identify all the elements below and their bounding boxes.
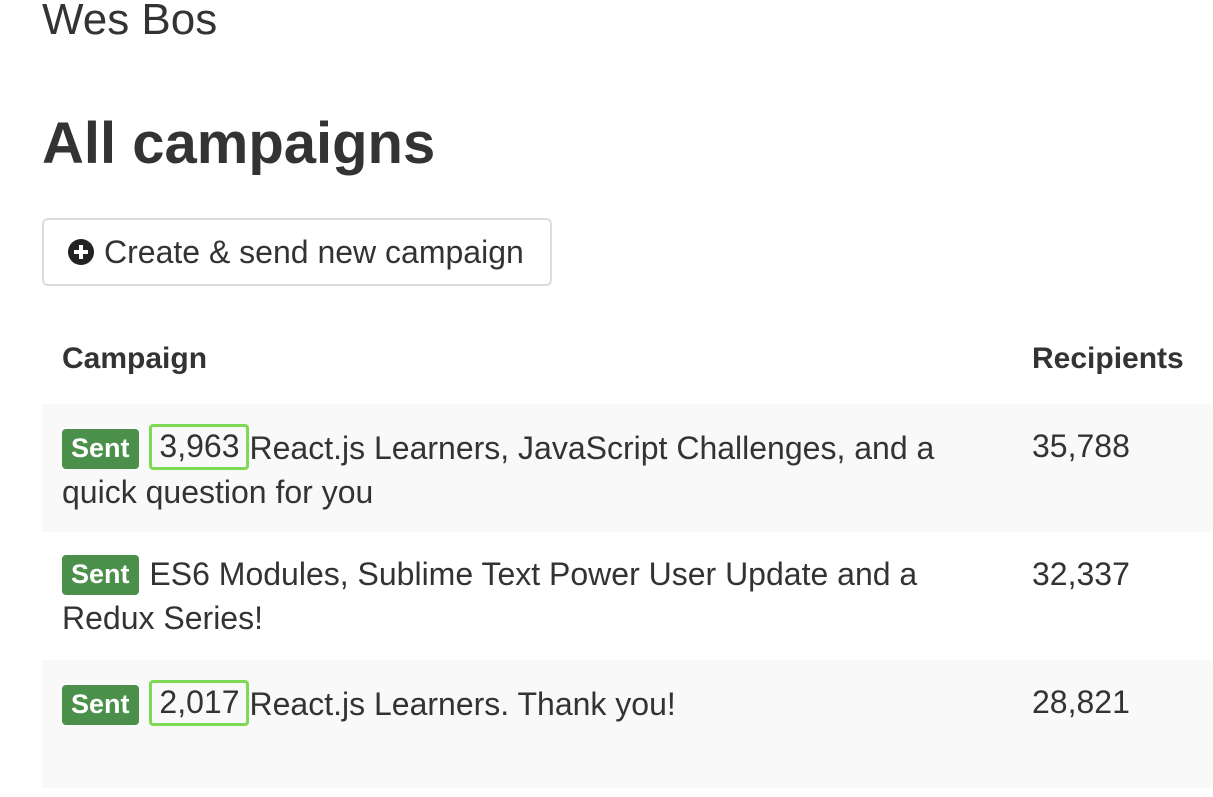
campaign-subject-link[interactable]: ES6 Modules, Sublime Text Power User Upd…	[62, 556, 917, 636]
opens-count: 3,963	[149, 424, 250, 470]
column-header-campaign: Campaign	[62, 342, 208, 375]
table-row: Sent ES6 Modules, Sublime Text Power Use…	[42, 532, 1213, 660]
column-header-recipients: Recipients	[1032, 342, 1184, 375]
campaigns-table: Campaign Recipients Sent 3,963 React.js L…	[42, 330, 1213, 788]
plus-circle-icon	[68, 239, 94, 265]
recipients-count: 35,788	[1032, 428, 1130, 464]
table-row: Sent 2,017 React.js Learners. Thank you! …	[42, 660, 1213, 788]
status-badge: Sent	[62, 555, 139, 595]
create-campaign-label: Create & send new campaign	[104, 233, 524, 270]
campaign-subject-link[interactable]: React.js Learners. Thank you!	[249, 686, 675, 722]
opens-count: 2,017	[149, 680, 250, 726]
brand-name[interactable]: Wes Bos	[42, 0, 217, 48]
table-header: Campaign Recipients	[42, 330, 1213, 404]
status-badge: Sent	[62, 685, 139, 725]
page-title: All campaigns	[42, 111, 436, 176]
campaign-cell: Sent 2,017 React.js Learners. Thank you!	[62, 680, 942, 726]
campaign-cell: Sent ES6 Modules, Sublime Text Power Use…	[62, 552, 942, 640]
campaign-cell: Sent 3,963 React.js Learners, JavaScript …	[62, 424, 942, 514]
create-campaign-button[interactable]: Create & send new campaign	[42, 218, 552, 286]
recipients-count: 32,337	[1032, 556, 1130, 592]
table-row: Sent 3,963 React.js Learners, JavaScript …	[42, 404, 1213, 532]
status-badge: Sent	[62, 429, 139, 469]
recipients-count: 28,821	[1032, 684, 1130, 720]
